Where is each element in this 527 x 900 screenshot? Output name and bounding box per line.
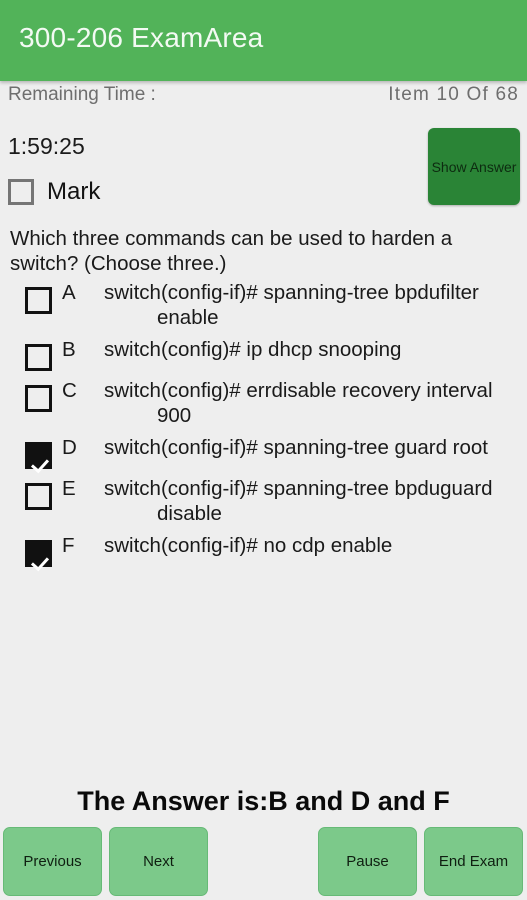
timer-value: 1:59:25 xyxy=(8,133,85,159)
question-text: Which three commands can be used to hard… xyxy=(10,227,453,275)
option-checkbox[interactable] xyxy=(25,287,52,314)
option-letter: D xyxy=(62,436,77,459)
page-title: 300-206 ExamArea xyxy=(19,22,264,53)
next-button[interactable]: Next xyxy=(109,827,208,896)
answer-reveal-text: The Answer is:B and D and F xyxy=(77,786,450,816)
option-letter: F xyxy=(62,534,75,557)
pause-button[interactable]: Pause xyxy=(318,827,417,896)
option-text: switch(config)# errdisable recovery inte… xyxy=(104,379,493,427)
mark-row[interactable]: Mark xyxy=(8,178,100,206)
option-letter: C xyxy=(62,379,77,402)
mark-checkbox[interactable] xyxy=(8,179,34,205)
bottom-navigation-bar: Previous Next Pause End Exam xyxy=(0,827,527,900)
option-text: switch(config-if)# no cdp enable xyxy=(104,534,393,557)
option-checkbox[interactable] xyxy=(25,385,52,412)
app-bar: 300-206 ExamArea xyxy=(0,0,527,81)
remaining-time-label: Remaining Time : xyxy=(8,84,156,105)
option-row[interactable]: Bswitch(config)# ip dhcp snooping xyxy=(0,337,527,371)
option-row[interactable]: Fswitch(config-if)# no cdp enable xyxy=(0,533,527,567)
option-text: switch(config-if)# spanning-tree bpdugua… xyxy=(104,477,493,525)
option-letter: A xyxy=(62,281,76,304)
previous-button[interactable]: Previous xyxy=(3,827,102,896)
end-exam-button[interactable]: End Exam xyxy=(424,827,523,896)
show-answer-button[interactable]: Show Answer xyxy=(428,128,520,205)
option-row[interactable]: Aswitch(config-if)# spanning-tree bpdufi… xyxy=(0,280,527,330)
option-checkbox-checked[interactable] xyxy=(25,540,52,567)
option-text: switch(config-if)# spanning-tree bpdufil… xyxy=(104,281,479,329)
status-row: Remaining Time : Item 10 Of 68 xyxy=(0,84,527,116)
option-row[interactable]: Cswitch(config)# errdisable recovery int… xyxy=(0,378,527,428)
option-row[interactable]: Eswitch(config-if)# spanning-tree bpdugu… xyxy=(0,476,527,526)
option-text: switch(config)# ip dhcp snooping xyxy=(104,338,402,361)
option-checkbox[interactable] xyxy=(25,344,52,371)
option-checkbox-checked[interactable] xyxy=(25,442,52,469)
option-letter: B xyxy=(62,338,76,361)
option-text: switch(config-if)# spanning-tree guard r… xyxy=(104,436,488,459)
options-list: Aswitch(config-if)# spanning-tree bpdufi… xyxy=(0,280,527,574)
item-counter: Item 10 Of 68 xyxy=(388,84,519,105)
option-letter: E xyxy=(62,477,76,500)
option-row[interactable]: Dswitch(config-if)# spanning-tree guard … xyxy=(0,435,527,469)
mark-label: Mark xyxy=(47,178,101,205)
option-checkbox[interactable] xyxy=(25,483,52,510)
